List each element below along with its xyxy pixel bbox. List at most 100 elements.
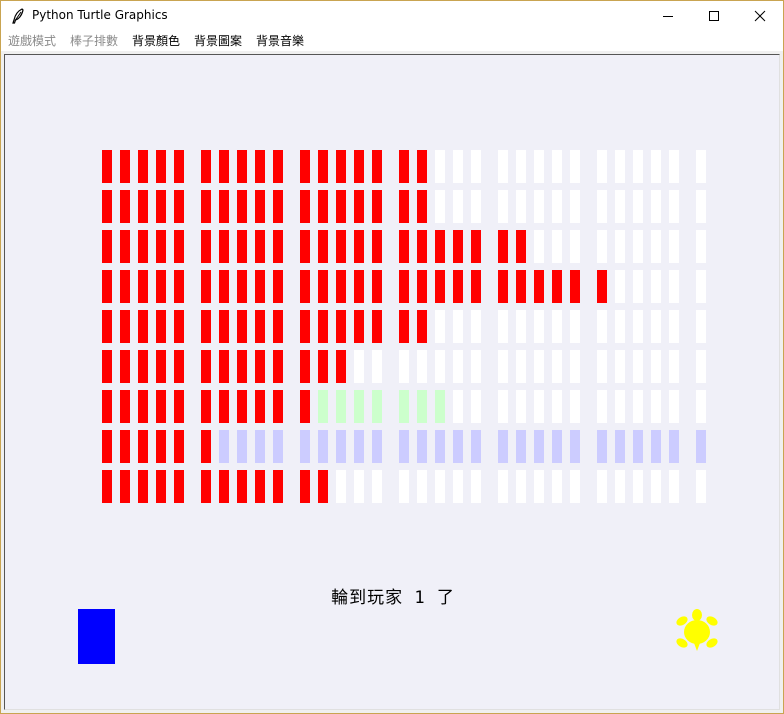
stick-board[interactable] <box>5 55 779 709</box>
stick-r1-c17[interactable] <box>417 150 427 183</box>
stick-r8-c6[interactable] <box>201 430 211 463</box>
stick-r2-c30[interactable] <box>669 190 679 223</box>
stick-r7-c4[interactable] <box>156 390 166 423</box>
stick-r2-c11[interactable] <box>300 190 310 223</box>
stick-r5-c20[interactable] <box>471 310 481 343</box>
turtle-canvas[interactable]: 輪到玩家 1 了 <box>4 54 780 710</box>
stick-r4-c8[interactable] <box>237 270 247 303</box>
stick-r8-c11[interactable] <box>300 430 310 463</box>
stick-r3-c15[interactable] <box>372 230 382 263</box>
stick-r6-c17[interactable] <box>417 350 427 383</box>
stick-r1-c11[interactable] <box>300 150 310 183</box>
stick-r5-c23[interactable] <box>534 310 544 343</box>
stick-r6-c27[interactable] <box>615 350 625 383</box>
stick-r3-c4[interactable] <box>156 230 166 263</box>
stick-r7-c1[interactable] <box>102 390 112 423</box>
stick-r5-c11[interactable] <box>300 310 310 343</box>
stick-r1-c28[interactable] <box>633 150 643 183</box>
stick-r5-c16[interactable] <box>399 310 409 343</box>
stick-r1-c19[interactable] <box>453 150 463 183</box>
stick-r4-c20[interactable] <box>471 270 481 303</box>
stick-r6-c7[interactable] <box>219 350 229 383</box>
stick-r4-c3[interactable] <box>138 270 148 303</box>
stick-r6-c30[interactable] <box>669 350 679 383</box>
close-button[interactable] <box>737 1 783 31</box>
stick-r9-c28[interactable] <box>633 470 643 503</box>
stick-r8-c4[interactable] <box>156 430 166 463</box>
stick-r6-c4[interactable] <box>156 350 166 383</box>
stick-r4-c1[interactable] <box>102 270 112 303</box>
stick-r6-c20[interactable] <box>471 350 481 383</box>
stick-r4-c13[interactable] <box>336 270 346 303</box>
stick-r9-c2[interactable] <box>120 470 130 503</box>
stick-r9-c21[interactable] <box>498 470 508 503</box>
stick-r8-c3[interactable] <box>138 430 148 463</box>
stick-r7-c25[interactable] <box>570 390 580 423</box>
stick-r5-c17[interactable] <box>417 310 427 343</box>
menu-stick-rows[interactable]: 棒子排數 <box>70 33 118 49</box>
stick-r2-c24[interactable] <box>552 190 562 223</box>
stick-r1-c4[interactable] <box>156 150 166 183</box>
stick-r7-c7[interactable] <box>219 390 229 423</box>
stick-r1-c18[interactable] <box>435 150 445 183</box>
stick-r3-c24[interactable] <box>552 230 562 263</box>
stick-r9-c9[interactable] <box>255 470 265 503</box>
stick-r6-c8[interactable] <box>237 350 247 383</box>
stick-r4-c4[interactable] <box>156 270 166 303</box>
stick-r8-c22[interactable] <box>516 430 526 463</box>
menu-game-mode[interactable]: 遊戲模式 <box>8 33 56 49</box>
stick-r5-c5[interactable] <box>174 310 184 343</box>
stick-r6-c29[interactable] <box>651 350 661 383</box>
stick-r8-c26[interactable] <box>597 430 607 463</box>
stick-r6-c25[interactable] <box>570 350 580 383</box>
stick-r5-c31[interactable] <box>696 310 706 343</box>
stick-r1-c14[interactable] <box>354 150 364 183</box>
stick-r3-c20[interactable] <box>471 230 481 263</box>
stick-r2-c9[interactable] <box>255 190 265 223</box>
stick-r9-c7[interactable] <box>219 470 229 503</box>
stick-r8-c14[interactable] <box>354 430 364 463</box>
stick-r3-c17[interactable] <box>417 230 427 263</box>
stick-r9-c4[interactable] <box>156 470 166 503</box>
stick-r9-c30[interactable] <box>669 470 679 503</box>
stick-r9-c19[interactable] <box>453 470 463 503</box>
stick-r4-c29[interactable] <box>651 270 661 303</box>
stick-r9-c10[interactable] <box>273 470 283 503</box>
stick-r2-c17[interactable] <box>417 190 427 223</box>
stick-r5-c9[interactable] <box>255 310 265 343</box>
stick-r5-c14[interactable] <box>354 310 364 343</box>
stick-r4-c21[interactable] <box>498 270 508 303</box>
stick-r9-c3[interactable] <box>138 470 148 503</box>
stick-r9-c27[interactable] <box>615 470 625 503</box>
stick-r8-c25[interactable] <box>570 430 580 463</box>
stick-r2-c4[interactable] <box>156 190 166 223</box>
stick-r8-c30[interactable] <box>669 430 679 463</box>
stick-r8-c28[interactable] <box>633 430 643 463</box>
stick-r5-c13[interactable] <box>336 310 346 343</box>
stick-r3-c14[interactable] <box>354 230 364 263</box>
stick-r7-c6[interactable] <box>201 390 211 423</box>
stick-r3-c29[interactable] <box>651 230 661 263</box>
stick-r1-c29[interactable] <box>651 150 661 183</box>
stick-r7-c26[interactable] <box>597 390 607 423</box>
stick-r8-c7[interactable] <box>219 430 229 463</box>
stick-r3-c5[interactable] <box>174 230 184 263</box>
stick-r4-c31[interactable] <box>696 270 706 303</box>
stick-r2-c3[interactable] <box>138 190 148 223</box>
stick-r9-c31[interactable] <box>696 470 706 503</box>
stick-r4-c5[interactable] <box>174 270 184 303</box>
stick-r3-c27[interactable] <box>615 230 625 263</box>
stick-r7-c5[interactable] <box>174 390 184 423</box>
stick-r3-c31[interactable] <box>696 230 706 263</box>
stick-r4-c24[interactable] <box>552 270 562 303</box>
stick-r3-c18[interactable] <box>435 230 445 263</box>
stick-r5-c10[interactable] <box>273 310 283 343</box>
stick-r8-c17[interactable] <box>417 430 427 463</box>
stick-r7-c24[interactable] <box>552 390 562 423</box>
stick-r8-c10[interactable] <box>273 430 283 463</box>
stick-r1-c12[interactable] <box>318 150 328 183</box>
stick-r4-c18[interactable] <box>435 270 445 303</box>
stick-r2-c31[interactable] <box>696 190 706 223</box>
stick-r3-c26[interactable] <box>597 230 607 263</box>
stick-r7-c27[interactable] <box>615 390 625 423</box>
